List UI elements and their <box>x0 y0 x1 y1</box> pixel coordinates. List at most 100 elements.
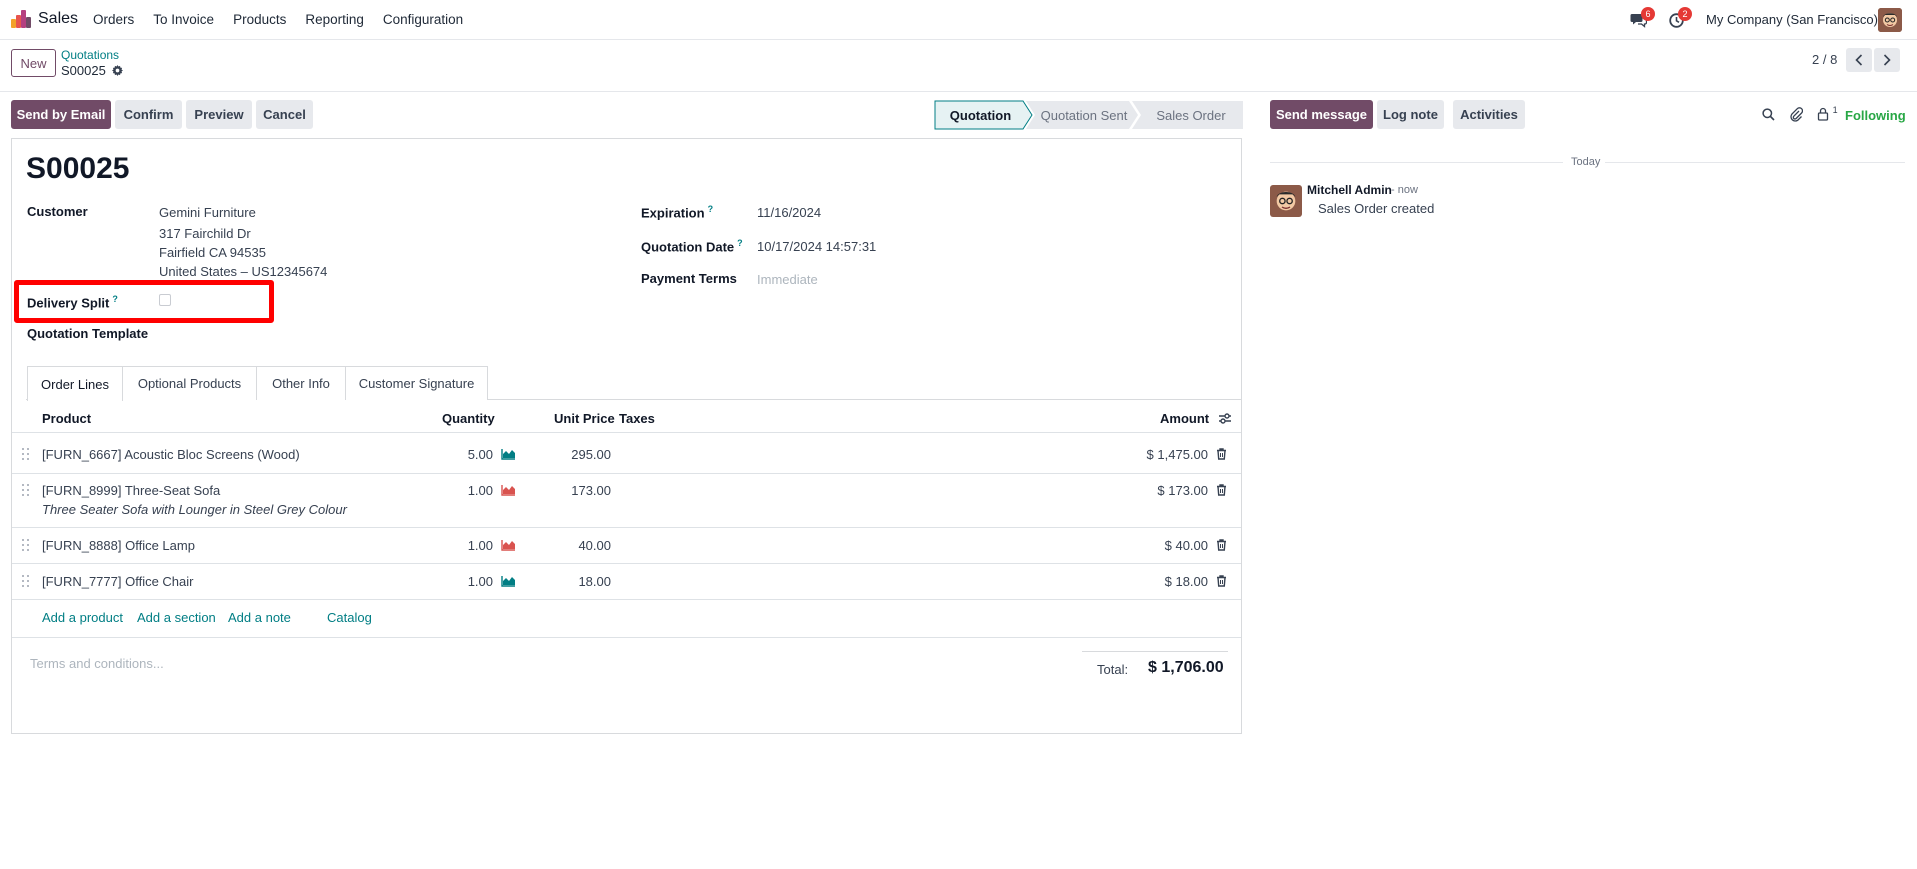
row-quantity[interactable]: 5.00 <box>440 447 493 462</box>
drag-handle-icon[interactable] <box>22 448 30 461</box>
pager-value[interactable]: 2 / 8 <box>1812 52 1837 67</box>
pager-previous-button[interactable] <box>1846 48 1872 72</box>
menu-products[interactable]: Products <box>233 12 286 27</box>
catalog-link[interactable]: Catalog <box>327 610 372 625</box>
total-amount: $ 1,706.00 <box>1148 659 1224 676</box>
sales-app-logo[interactable] <box>11 10 31 28</box>
row-divider <box>12 599 1241 600</box>
row-divider <box>12 473 1241 474</box>
column-unit-price[interactable]: Unit Price <box>554 411 615 426</box>
drag-handle-icon[interactable] <box>22 575 30 588</box>
confirm-button[interactable]: Confirm <box>115 100 182 129</box>
add-product-link[interactable]: Add a product <box>42 610 123 625</box>
payment-terms-field[interactable]: Immediate <box>757 272 818 287</box>
gear-icon[interactable] <box>112 65 124 76</box>
author-avatar-icon <box>1270 185 1302 217</box>
column-quantity[interactable]: Quantity <box>442 411 495 426</box>
column-amount[interactable]: Amount <box>1160 411 1209 426</box>
row-unit-price[interactable]: 40.00 <box>530 538 611 553</box>
paperclip-icon[interactable] <box>1789 106 1803 122</box>
control-panel-divider <box>0 91 1917 92</box>
message-author[interactable]: Mitchell Admin <box>1307 183 1392 197</box>
row-product[interactable]: [FURN_7777] Office Chair <box>42 574 194 589</box>
chevron-left-icon <box>1855 54 1863 66</box>
new-button[interactable]: New <box>11 49 56 77</box>
company-switcher[interactable]: My Company (San Francisco) <box>1706 12 1878 27</box>
column-settings-icon[interactable] <box>1218 412 1232 425</box>
tab-optional-products[interactable]: Optional Products <box>123 366 257 400</box>
app-name[interactable]: Sales <box>38 10 78 28</box>
breadcrumb-quotations[interactable]: Quotations <box>61 48 119 62</box>
add-note-link[interactable]: Add a note <box>228 610 291 625</box>
column-product[interactable]: Product <box>42 411 91 426</box>
delete-row-icon[interactable] <box>1216 484 1227 496</box>
forecast-chart-warning-icon[interactable] <box>501 539 516 551</box>
pager-next-button[interactable] <box>1874 48 1900 72</box>
search-icon[interactable] <box>1762 108 1775 121</box>
messages-badge: 6 <box>1641 7 1655 21</box>
cancel-button[interactable]: Cancel <box>256 100 313 129</box>
customer-city: Fairfield CA 94535 <box>159 245 266 260</box>
author-avatar[interactable] <box>1270 185 1302 217</box>
forecast-chart-warning-icon[interactable] <box>501 484 516 496</box>
row-quantity[interactable]: 1.00 <box>440 483 493 498</box>
send-by-email-button[interactable]: Send by Email <box>11 100 111 129</box>
send-message-button[interactable]: Send message <box>1270 100 1373 129</box>
drag-handle-icon[interactable] <box>22 539 30 552</box>
tab-other-info[interactable]: Other Info <box>257 366 346 400</box>
row-amount: $ 173.00 <box>1157 483 1208 498</box>
tab-order-lines[interactable]: Order Lines <box>27 366 123 401</box>
message-body: Sales Order created <box>1318 201 1435 216</box>
terms-and-conditions-field[interactable]: Terms and conditions... <box>30 656 164 671</box>
row-quantity[interactable]: 1.00 <box>440 574 493 589</box>
row-product[interactable]: [FURN_6667] Acoustic Bloc Screens (Wood) <box>42 447 300 462</box>
row-unit-price[interactable]: 173.00 <box>530 483 611 498</box>
row-amount: $ 18.00 <box>1164 574 1208 589</box>
row-unit-price[interactable]: 295.00 <box>530 447 611 462</box>
status-quotation[interactable]: Quotation <box>935 101 1026 129</box>
delete-row-icon[interactable] <box>1216 539 1227 551</box>
forecast-chart-icon[interactable] <box>501 575 516 587</box>
delivery-split-help-icon[interactable]: ? <box>112 294 118 304</box>
quotation-template-label: Quotation Template <box>27 326 149 341</box>
drag-handle-icon[interactable] <box>22 484 30 497</box>
column-taxes[interactable]: Taxes <box>619 411 655 426</box>
followers-button[interactable]: 1 <box>1817 105 1838 123</box>
add-section-link[interactable]: Add a section <box>137 610 216 625</box>
expiration-field[interactable]: 11/16/2024 <box>757 205 821 220</box>
delete-row-icon[interactable] <box>1216 448 1227 460</box>
status-quotation-sent[interactable]: Quotation Sent <box>1028 101 1140 129</box>
menu-configuration[interactable]: Configuration <box>383 12 463 27</box>
lock-icon <box>1817 108 1829 121</box>
expiration-label-text: Expiration <box>641 205 705 221</box>
row-product[interactable]: [FURN_8999] Three-Seat Sofa <box>42 483 220 498</box>
row-quantity[interactable]: 1.00 <box>440 538 493 553</box>
tab-customer-signature[interactable]: Customer Signature <box>346 366 488 400</box>
customer-name[interactable]: Gemini Furniture <box>159 205 256 220</box>
quotation-date-help-icon[interactable]: ? <box>737 238 743 248</box>
row-unit-price[interactable]: 18.00 <box>530 574 611 589</box>
total-divider <box>1082 651 1228 652</box>
menu-reporting[interactable]: Reporting <box>305 12 364 27</box>
quotation-date-field[interactable]: 10/17/2024 14:57:31 <box>757 239 876 254</box>
menu-to-invoice[interactable]: To Invoice <box>153 12 214 27</box>
row-description[interactable]: Three Seater Sofa with Lounger in Steel … <box>42 502 347 517</box>
delivery-split-checkbox[interactable] <box>159 294 171 306</box>
row-divider <box>12 563 1241 564</box>
expiration-help-icon[interactable]: ? <box>708 204 714 214</box>
activities-chatter-button[interactable]: Activities <box>1453 100 1525 129</box>
log-note-button[interactable]: Log note <box>1377 100 1444 129</box>
forecast-chart-icon[interactable] <box>501 448 516 460</box>
delete-row-icon[interactable] <box>1216 575 1227 587</box>
menu-orders[interactable]: Orders <box>93 12 134 27</box>
user-avatar[interactable] <box>1878 8 1902 32</box>
messages-button[interactable]: 6 <box>1630 7 1655 28</box>
status-sales-order[interactable]: Sales Order <box>1140 101 1242 129</box>
delivery-split-label-text: Delivery Split <box>27 295 110 311</box>
main-menu: Orders To Invoice Products Reporting Con… <box>93 12 482 27</box>
following-button[interactable]: Following <box>1845 108 1906 123</box>
activities-button[interactable]: 2 <box>1669 7 1692 28</box>
preview-button[interactable]: Preview <box>186 100 252 129</box>
delivery-split-label: Delivery Split? <box>27 294 118 310</box>
row-product[interactable]: [FURN_8888] Office Lamp <box>42 538 195 553</box>
